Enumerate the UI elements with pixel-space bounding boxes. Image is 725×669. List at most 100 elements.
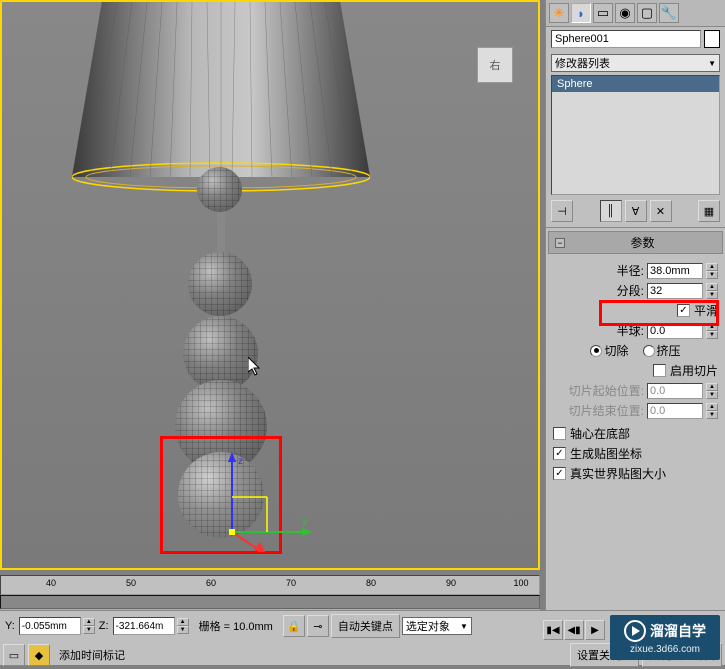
modifier-stack[interactable]: Sphere (551, 75, 720, 195)
key-mode-dropdown[interactable]: 选定对象 ▼ (402, 617, 472, 635)
command-panel-tabs: ✳ ◗ ▭ ◉ ▢ 🔧 (546, 0, 725, 27)
remove-modifier-button[interactable]: ✕ (650, 200, 672, 222)
sphere-1 (197, 167, 242, 212)
ruler-tick: 40 (46, 578, 56, 588)
svg-text:y: y (302, 516, 307, 527)
hierarchy-tab-icon[interactable]: ▭ (593, 3, 613, 23)
slice-from-spin-up: ▲ (706, 383, 718, 391)
ruler-tick: 70 (286, 578, 296, 588)
slice-to-spin-up: ▲ (706, 403, 718, 411)
ruler-tick: 60 (206, 578, 216, 588)
make-unique-button[interactable]: ∀ (625, 200, 647, 222)
slice-from-spin-down: ▼ (706, 391, 718, 399)
ruler-tick: 50 (126, 578, 136, 588)
mouse-cursor-icon (248, 357, 264, 377)
create-tab-icon[interactable]: ✳ (549, 3, 569, 23)
base-pivot-checkbox[interactable] (553, 427, 566, 440)
chevron-down-icon: ▼ (708, 59, 716, 68)
timeline-scrollbar[interactable] (0, 595, 540, 609)
display-tab-icon[interactable]: ▢ (637, 3, 657, 23)
stack-item-sphere[interactable]: Sphere (552, 76, 719, 92)
slice-from-label: 切片起始位置: (569, 382, 644, 399)
object-name-input[interactable] (551, 30, 701, 48)
move-gizmo[interactable]: z y (212, 452, 312, 552)
gen-mapping-label: 生成贴图坐标 (570, 445, 642, 462)
script-button[interactable]: ▭ (3, 644, 25, 666)
z-coord-input[interactable] (113, 617, 175, 635)
hemisphere-spin-down[interactable]: ▼ (706, 331, 718, 339)
object-name-row (546, 27, 725, 51)
squash-label: 挤压 (657, 342, 681, 359)
z-spin-up[interactable]: ▲ (177, 618, 189, 626)
key-button[interactable]: ⊸ (307, 615, 329, 637)
modify-tab-icon[interactable]: ◗ (571, 3, 591, 23)
timeline: 40 50 60 70 80 90 100 (0, 575, 540, 610)
y-label: Y: (3, 620, 17, 632)
chop-label: 切除 (604, 342, 628, 359)
lock-button[interactable]: 🔒 (283, 615, 305, 637)
modifier-list-label: 修改器列表 (555, 55, 610, 71)
slice-on-label: 启用切片 (670, 362, 718, 379)
object-color-swatch[interactable] (704, 30, 720, 48)
slice-to-input (647, 403, 703, 419)
grid-size-text: 栅格 = 10.0mm (191, 618, 281, 634)
pin-stack-button[interactable]: ⊣ (551, 200, 573, 222)
play-button[interactable]: ▶ (585, 620, 605, 640)
segments-label: 分段: (617, 282, 644, 299)
segments-spin-up[interactable]: ▲ (706, 283, 718, 291)
goto-start-button[interactable]: ▮◀ (543, 620, 563, 640)
rollout-title: 参数 (569, 234, 716, 251)
base-pivot-label: 轴心在底部 (570, 425, 630, 442)
viewport[interactable]: z y 右 (0, 0, 540, 570)
gen-mapping-checkbox[interactable]: ✓ (553, 447, 566, 460)
y-coord-input[interactable] (19, 617, 81, 635)
viewport-canvas[interactable]: z y 右 (2, 2, 538, 568)
slice-to-label: 切片结束位置: (569, 402, 644, 419)
z-spin-down[interactable]: ▼ (177, 626, 189, 634)
slice-to-spin-down: ▼ (706, 411, 718, 419)
collapse-icon: − (555, 238, 565, 248)
modifier-list-dropdown[interactable]: 修改器列表 ▼ (551, 54, 720, 72)
radius-spin-down[interactable]: ▼ (706, 271, 718, 279)
timeline-ruler[interactable]: 40 50 60 70 80 90 100 (0, 575, 540, 595)
y-spin-up[interactable]: ▲ (83, 618, 95, 626)
squash-radio[interactable] (643, 345, 655, 357)
watermark-url: zixue.3d66.com (630, 644, 700, 655)
radius-spin-up[interactable]: ▲ (706, 263, 718, 271)
slice-from-input (647, 383, 703, 399)
slice-on-checkbox[interactable] (653, 364, 666, 377)
viewcube[interactable]: 右 (477, 47, 513, 83)
highlight-box-radius (599, 300, 719, 326)
stack-toolbar: ⊣ ║ ∀ ✕ ▦ (546, 195, 725, 228)
segments-input[interactable] (647, 283, 703, 299)
chevron-down-icon: ▼ (460, 622, 468, 631)
watermark: 溜溜自学 zixue.3d66.com (610, 615, 720, 660)
sphere-2 (188, 252, 252, 316)
auto-key-button[interactable]: 自动关键点 (331, 614, 400, 638)
command-panel: ✳ ◗ ▭ ◉ ▢ 🔧 修改器列表 ▼ Sphere ⊣ ║ ∀ ✕ ▦ − 参… (545, 0, 725, 665)
rollout-body: 半径: ▲▼ 分段: ▲▼ ✓ 平滑 半球: ▲▼ (548, 254, 723, 490)
prev-frame-button[interactable]: ◀▮ (564, 620, 584, 640)
svg-text:z: z (238, 456, 243, 467)
z-label: Z: (97, 620, 111, 632)
parameters-rollout: − 参数 半径: ▲▼ 分段: ▲▼ ✓ 平滑 (548, 231, 723, 490)
y-spin-down[interactable]: ▼ (83, 626, 95, 634)
lamp-shade-mesh (72, 2, 370, 194)
motion-tab-icon[interactable]: ◉ (615, 3, 635, 23)
configure-sets-button[interactable]: ▦ (698, 200, 720, 222)
real-world-checkbox[interactable]: ✓ (553, 467, 566, 480)
ruler-tick: 90 (446, 578, 456, 588)
radius-label: 半径: (617, 262, 644, 279)
viewcube-face-label: 右 (490, 57, 501, 73)
chop-radio[interactable] (590, 345, 602, 357)
segments-spin-down[interactable]: ▼ (706, 291, 718, 299)
utilities-tab-icon[interactable]: 🔧 (659, 3, 679, 23)
tag-button[interactable]: ◆ (28, 644, 50, 666)
ruler-tick: 80 (366, 578, 376, 588)
rollout-header[interactable]: − 参数 (548, 231, 723, 254)
add-time-tag-label[interactable]: 添加时间标记 (53, 647, 131, 663)
show-end-result-button[interactable]: ║ (600, 200, 622, 222)
radius-input[interactable] (647, 263, 703, 279)
playback-controls: ▮◀ ◀▮ ▶ (543, 620, 605, 640)
ruler-tick: 100 (513, 578, 528, 588)
